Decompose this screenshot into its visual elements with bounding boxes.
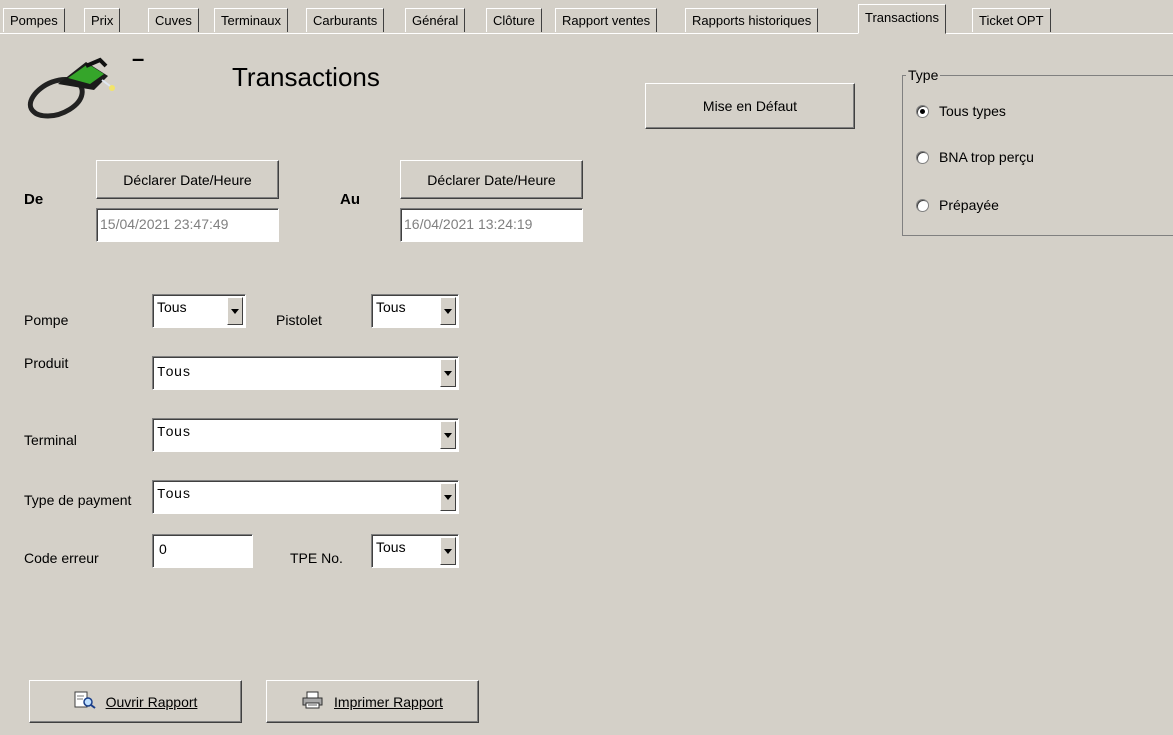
tab-transactions[interactable]: Transactions — [858, 4, 946, 34]
produit-select[interactable]: Tous — [152, 356, 459, 390]
pompe-select[interactable]: Tous — [152, 294, 246, 328]
type-group-title: Type — [906, 67, 941, 83]
chevron-down-icon[interactable] — [227, 297, 243, 325]
declare-date-to-button-label: Déclarer Date/Heure — [427, 171, 556, 188]
tab-prix[interactable]: Prix — [84, 8, 121, 32]
type-payment-value: Tous — [157, 487, 191, 503]
header-dash: – — [132, 46, 145, 71]
print-report-label: Imprimer Rapport — [334, 693, 443, 710]
tpe-label: TPE No. — [290, 550, 343, 566]
declare-date-from-button-label: Déclarer Date/Heure — [123, 171, 252, 188]
date-to-label: Au — [340, 191, 360, 208]
pompe-label: Pompe — [24, 312, 69, 328]
radio-tous-types[interactable] — [916, 105, 929, 118]
code-erreur-label: Code erreur — [24, 550, 99, 566]
terminal-select[interactable]: Tous — [152, 418, 459, 452]
tab-divider — [0, 33, 1173, 34]
tab-rapport-ventes[interactable]: Rapport ventes — [555, 8, 658, 32]
terminal-value: Tous — [157, 425, 191, 441]
radio-tous-types-label[interactable]: Tous types — [939, 103, 1006, 119]
type-payment-label: Type de payment — [24, 492, 132, 508]
tab-cloture[interactable]: Clôture — [486, 8, 542, 32]
date-to-field[interactable]: 16/04/2021 13:24:19 — [400, 208, 583, 242]
produit-label: Produit — [24, 355, 69, 371]
default-button-label: Mise en Défaut — [702, 98, 798, 114]
print-report-button[interactable]: Imprimer Rapport — [266, 680, 479, 723]
tab-terminaux[interactable]: Terminaux — [214, 8, 288, 32]
chevron-down-icon[interactable] — [440, 537, 456, 565]
open-report-label: Ouvrir Rapport — [105, 693, 198, 710]
radio-bna-trop-percu[interactable] — [916, 151, 929, 164]
tpe-select[interactable]: Tous — [371, 534, 459, 568]
pistolet-select[interactable]: Tous — [371, 294, 459, 328]
date-from-label: De — [24, 191, 44, 208]
code-erreur-value: 0 — [159, 541, 167, 557]
pistolet-value: Tous — [376, 299, 406, 315]
chevron-down-icon[interactable] — [440, 421, 456, 449]
chevron-down-icon[interactable] — [440, 297, 456, 325]
preview-report-icon — [74, 691, 96, 712]
pompe-value: Tous — [157, 299, 187, 315]
declare-date-to-button[interactable]: Déclarer Date/Heure — [400, 160, 583, 199]
type-payment-select[interactable]: Tous — [152, 480, 459, 514]
radio-bna-trop-percu-label[interactable]: BNA trop perçu — [939, 149, 1034, 165]
tab-bar: Pompes Prix Cuves Terminaux Carburants G… — [0, 0, 1173, 34]
page-title: Transactions — [232, 62, 380, 92]
tpe-value: Tous — [376, 539, 406, 555]
declare-date-from-button[interactable]: Déclarer Date/Heure — [96, 160, 279, 199]
default-button[interactable]: Mise en Défaut — [645, 83, 855, 129]
code-erreur-field[interactable]: 0 — [152, 534, 253, 568]
tab-cuves[interactable]: Cuves — [148, 8, 199, 32]
open-report-button[interactable]: Ouvrir Rapport — [29, 680, 242, 723]
radio-prepayee-label[interactable]: Prépayée — [939, 197, 999, 213]
printer-icon — [302, 691, 324, 712]
tab-ticket-opt[interactable]: Ticket OPT — [972, 8, 1051, 32]
terminal-label: Terminal — [24, 432, 77, 448]
produit-value: Tous — [157, 365, 191, 381]
tab-carburants[interactable]: Carburants — [306, 8, 385, 32]
tab-general[interactable]: Général — [405, 8, 466, 32]
tab-pompes[interactable]: Pompes — [3, 8, 65, 32]
radio-prepayee[interactable] — [916, 199, 929, 212]
tab-rapports-historiques[interactable]: Rapports historiques — [685, 8, 819, 32]
fuel-nozzle-icon — [24, 52, 124, 127]
date-from-field[interactable]: 15/04/2021 23:47:49 — [96, 208, 279, 242]
pistolet-label: Pistolet — [276, 312, 322, 328]
chevron-down-icon[interactable] — [440, 483, 456, 511]
chevron-down-icon[interactable] — [440, 359, 456, 387]
